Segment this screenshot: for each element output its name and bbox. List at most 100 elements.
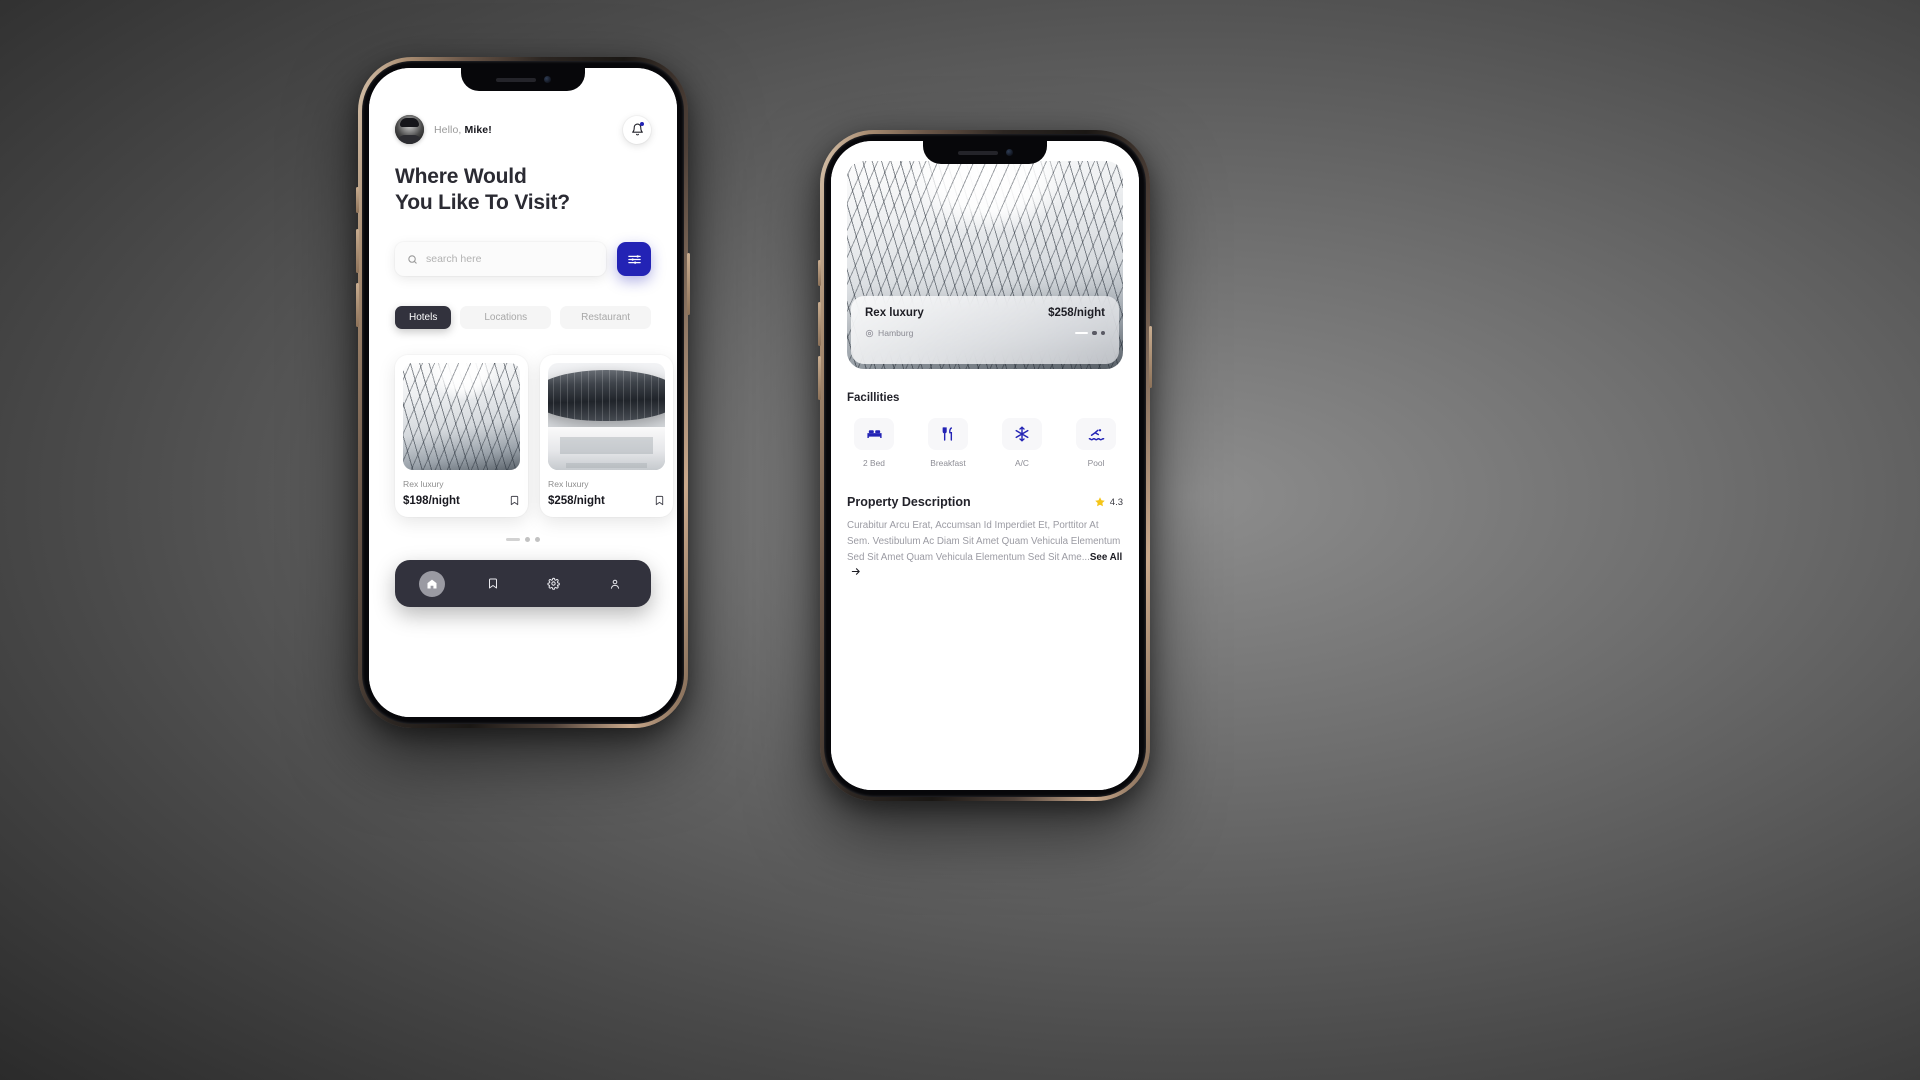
volume-down-button — [818, 356, 821, 400]
nav-bookmark-button[interactable] — [480, 571, 506, 597]
hotel-thumbnail — [548, 363, 665, 471]
arrow-right-icon[interactable] — [850, 566, 862, 583]
power-button — [687, 253, 690, 315]
summary-bottom-row: Hamburg — [865, 328, 1105, 338]
home-icon — [427, 579, 436, 589]
bookmark-icon[interactable] — [654, 494, 665, 507]
earpiece-speaker — [495, 77, 536, 82]
header-row: Hello, Mike! — [395, 115, 651, 144]
nav-home-button[interactable] — [418, 570, 445, 597]
notification-button[interactable] — [623, 115, 651, 144]
page-title: Where Would You Like To Visit? — [395, 164, 651, 215]
facility-icon-box — [928, 418, 968, 450]
pagination-dot[interactable] — [1100, 330, 1105, 336]
tab-hotels[interactable]: Hotels — [395, 306, 452, 330]
phone-mockup-detail: Rex luxury $258/night Hamburg Facillitie… — [818, 130, 1152, 801]
search-icon — [408, 255, 417, 264]
pagination-active[interactable] — [1075, 331, 1088, 335]
avatar[interactable] — [395, 115, 424, 144]
front-camera — [543, 76, 551, 83]
facility-label: Breakfast — [930, 458, 966, 468]
pagination-dot[interactable] — [1092, 330, 1097, 336]
home-screen: Hello, Mike! Where Would You Like To Vis… — [369, 68, 677, 717]
location-label: Hamburg — [878, 328, 914, 338]
facility-label: A/C — [1015, 458, 1029, 468]
front-camera — [1005, 149, 1013, 156]
description-header: Property Description 4.3 — [847, 495, 1123, 509]
property-price: $258/night — [1048, 307, 1105, 319]
facility-item-breakfast[interactable]: Breakfast — [921, 418, 975, 468]
volume-up-button — [356, 229, 359, 273]
facility-label: Pool — [1087, 458, 1105, 468]
phone-mockup-home: Hello, Mike! Where Would You Like To Vis… — [356, 57, 690, 728]
facility-label: 2 Bed — [863, 458, 885, 468]
description-paragraph: Curabitur Arcu Erat, Accumsan Id Imperdi… — [847, 520, 1121, 563]
hotel-card-footer: $258/night — [548, 494, 665, 507]
avatar-hair — [400, 118, 419, 127]
phone-screen-home: Hello, Mike! Where Would You Like To Vis… — [369, 68, 677, 717]
property-name: Rex luxury — [865, 307, 924, 319]
property-location: Hamburg — [865, 328, 913, 338]
earpiece-speaker — [957, 150, 998, 155]
search-input[interactable] — [426, 253, 594, 266]
carousel-pagination — [395, 537, 651, 543]
volume-down-button — [356, 283, 359, 327]
rating-badge: 4.3 — [1094, 496, 1123, 508]
cutlery-icon — [942, 427, 953, 441]
see-all-link[interactable]: See All — [1090, 552, 1122, 563]
facility-item-ac[interactable]: A/C — [995, 418, 1049, 468]
facility-item-pool[interactable]: Pool — [1069, 418, 1123, 468]
power-button — [1149, 326, 1152, 388]
mockup-stage: Hello, Mike! Where Would You Like To Vis… — [0, 0, 1920, 1080]
greeting-name: Mike! — [464, 123, 492, 136]
facilities-title: Facillities — [847, 392, 900, 404]
pagination-dot[interactable] — [525, 537, 530, 543]
facility-icon-box — [1002, 418, 1042, 450]
mute-switch — [818, 260, 821, 286]
property-summary-card[interactable]: Rex luxury $258/night Hamburg — [851, 296, 1119, 364]
bottom-navigation — [395, 560, 651, 608]
notch — [923, 141, 1047, 164]
pagination-dot[interactable] — [535, 537, 540, 543]
hotel-name: Rex luxury — [403, 479, 444, 490]
notch — [461, 68, 585, 91]
greeting-hello: Hello, — [434, 123, 462, 136]
volume-up-button — [818, 302, 821, 346]
hero-image: Rex luxury $258/night Hamburg — [847, 161, 1123, 369]
map-pin-icon — [865, 329, 874, 337]
hotel-card-footer: $198/night — [403, 494, 520, 507]
star-icon — [1095, 497, 1105, 507]
search-row — [395, 242, 651, 277]
bookmark-icon[interactable] — [509, 494, 520, 507]
tab-restaurant[interactable]: Restaurant — [560, 306, 652, 330]
person-icon — [610, 579, 619, 589]
facility-icon-box — [854, 418, 894, 450]
pagination-active[interactable] — [506, 538, 520, 542]
filter-button[interactable] — [617, 242, 651, 277]
bookmark-icon — [488, 578, 497, 589]
hotel-card[interactable]: Rex luxury $198/night — [395, 355, 528, 518]
gear-icon — [547, 578, 560, 591]
hotel-card[interactable]: Rex luxury $258/night — [540, 355, 673, 518]
greeting-group: Hello, Mike! — [395, 115, 492, 144]
greeting-text: Hello, Mike! — [434, 124, 492, 136]
facility-item-bed[interactable]: 2 Bed — [847, 418, 901, 468]
hotel-price: $198/night — [403, 494, 460, 507]
hotel-price: $258/night — [548, 494, 605, 507]
tab-locations[interactable]: Locations — [460, 306, 552, 330]
notification-badge — [640, 121, 644, 126]
bed-icon — [866, 429, 882, 438]
nav-profile-button[interactable] — [602, 571, 628, 597]
detail-screen: Rex luxury $258/night Hamburg Facillitie… — [831, 141, 1139, 790]
headline-line-1: Where Would — [395, 165, 527, 188]
headline-line-2: You Like To Visit? — [395, 190, 570, 214]
hotel-card-list: Rex luxury $198/night Rex luxury $258/ni… — [395, 355, 673, 518]
facilities-list: 2 Bed Breakfast A/C Pool — [847, 418, 1123, 468]
rating-value: 4.3 — [1109, 496, 1123, 508]
hotel-thumbnail — [403, 363, 520, 471]
description-title: Property Description — [847, 495, 971, 509]
snowflake-icon — [1015, 426, 1029, 442]
hero-pagination — [1075, 330, 1105, 336]
search-box[interactable] — [395, 242, 606, 277]
nav-settings-button[interactable] — [541, 571, 567, 597]
